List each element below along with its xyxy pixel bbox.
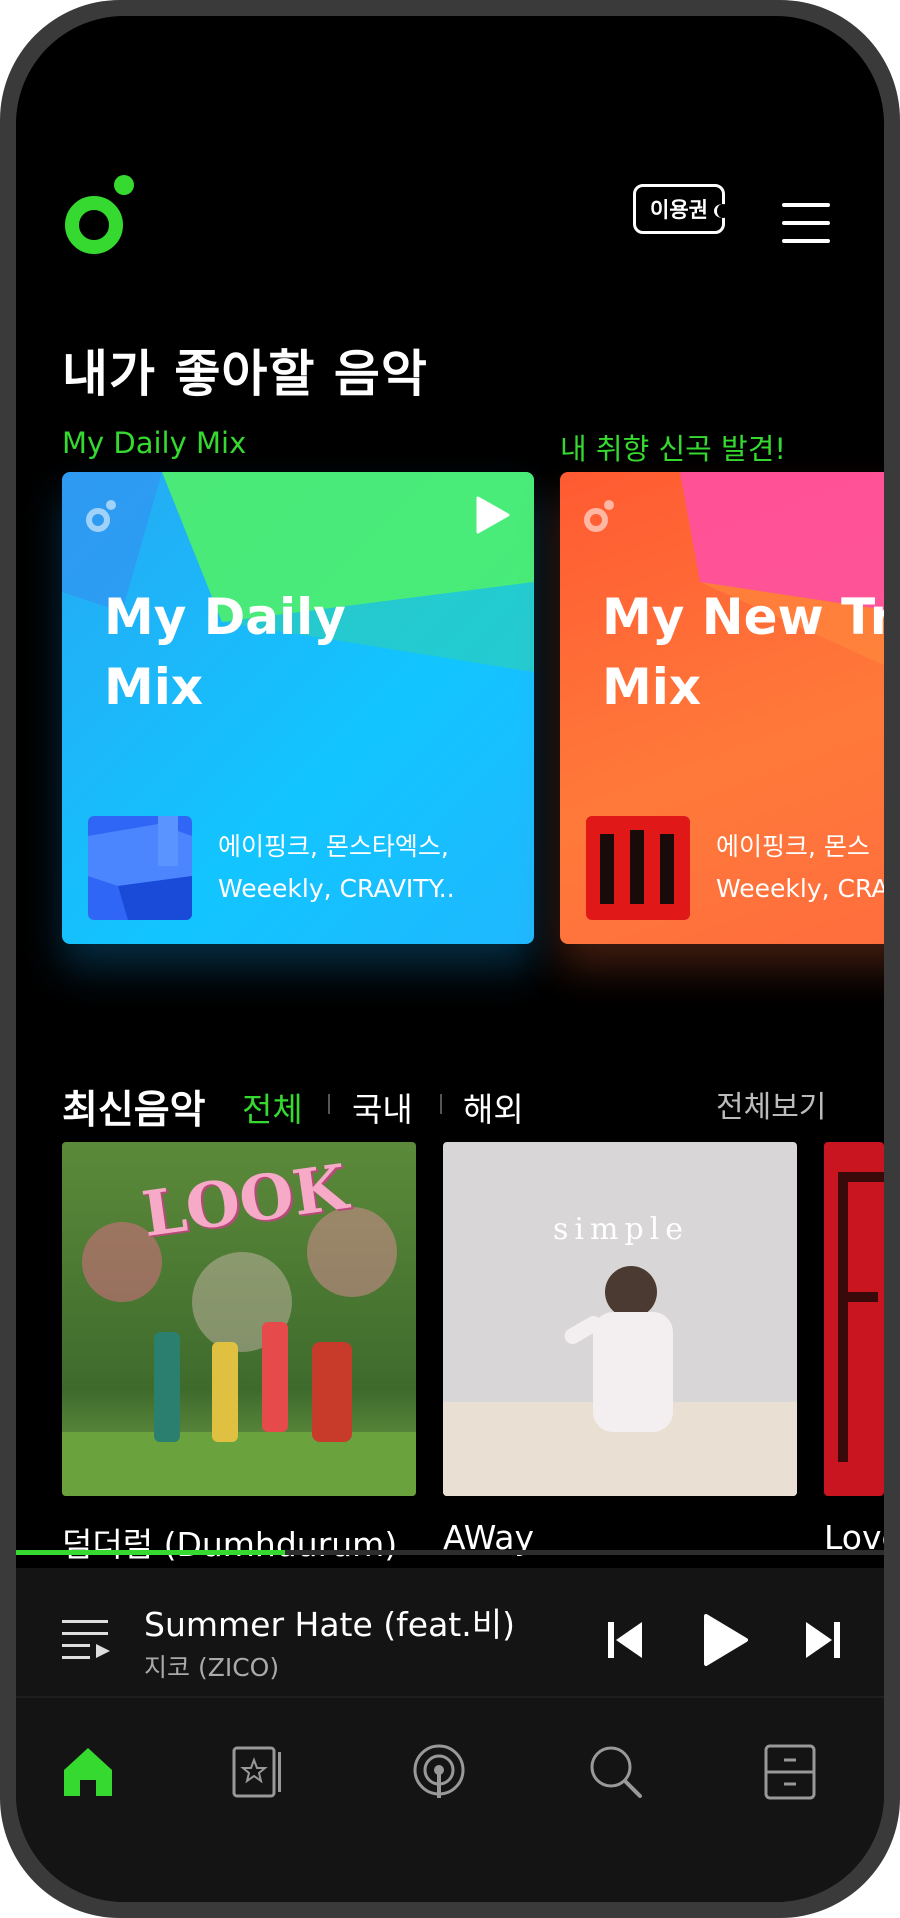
- mix-card-daily[interactable]: My Daily Mix 에이핑크, 몬스타엑스, Weeekly, CRAVI…: [62, 472, 534, 944]
- melon-small-logo-icon: [86, 500, 116, 532]
- tab-overseas[interactable]: 해외: [463, 1083, 524, 1131]
- mix-thumbnail: [586, 816, 690, 920]
- new-music-title: 최신음악: [62, 1088, 206, 1133]
- mix-thumbnail: [88, 816, 192, 920]
- mix-artists: 에이핑크, 몬스 Weeekly, CRA: [716, 832, 884, 903]
- mix-artists: 에이핑크, 몬스타엑스, Weeekly, CRAVITY..: [218, 832, 455, 903]
- recommend-title: 내가 좋아할 음악: [62, 345, 428, 403]
- album-art: [824, 1142, 884, 1496]
- hamburger-menu-icon[interactable]: [782, 203, 830, 243]
- album-cover-look[interactable]: LOOK: [62, 1142, 416, 1496]
- playback-progress-fill: [16, 1550, 286, 1555]
- now-playing-title[interactable]: Summer Hate (feat.비): [144, 1598, 515, 1646]
- tab-divider: [328, 1094, 330, 1114]
- mix-title: My New Tra Mix: [602, 588, 884, 716]
- bottom-navigation: [16, 1698, 884, 1902]
- tab-my-daily-mix[interactable]: My Daily Mix: [62, 426, 246, 460]
- tab-all[interactable]: 전체: [242, 1083, 303, 1131]
- tab-domestic[interactable]: 국내: [352, 1083, 413, 1131]
- library-card-icon[interactable]: [230, 1742, 290, 1802]
- app-screen: 이용권 내가 좋아할 음악 My Daily Mix 내 취향 신곡 발견! M…: [16, 16, 884, 1902]
- tab-divider: [440, 1094, 442, 1114]
- album-art: [443, 1142, 797, 1496]
- album-title[interactable]: 덤더럼 (Dumhdurum): [62, 1518, 397, 1566]
- mix-title: My Daily Mix: [104, 588, 346, 716]
- album-cover-simple[interactable]: simple: [443, 1142, 797, 1496]
- next-track-icon[interactable]: [802, 1618, 842, 1662]
- podcast-icon[interactable]: [409, 1742, 469, 1802]
- see-all-link[interactable]: 전체보기: [716, 1082, 826, 1126]
- tab-new-taste-discovery[interactable]: 내 취향 신곡 발견!: [560, 426, 786, 468]
- album-cover-text: simple: [553, 1212, 689, 1247]
- melon-logo-icon[interactable]: [64, 171, 142, 255]
- playlist-icon[interactable]: [62, 1616, 112, 1660]
- playback-progress[interactable]: [16, 1550, 884, 1555]
- album-cover-love[interactable]: [824, 1142, 884, 1496]
- play-icon[interactable]: [476, 496, 510, 534]
- subscription-ticket-button[interactable]: 이용권: [633, 184, 731, 234]
- previous-track-icon[interactable]: [606, 1618, 646, 1662]
- now-playing-artist: 지코 (ZICO): [144, 1653, 280, 1682]
- mix-card-new-track[interactable]: My New Tra Mix 에이핑크, 몬스 Weeekly, CRA: [560, 472, 884, 944]
- ticket-label: 이용권: [650, 198, 708, 222]
- locker-icon[interactable]: [760, 1742, 820, 1802]
- phone-frame: 이용권 내가 좋아할 음악 My Daily Mix 내 취향 신곡 발견! M…: [0, 0, 900, 1918]
- play-icon[interactable]: [702, 1612, 750, 1668]
- search-icon[interactable]: [586, 1742, 646, 1802]
- home-icon[interactable]: [58, 1742, 118, 1802]
- melon-small-logo-icon: [584, 500, 614, 532]
